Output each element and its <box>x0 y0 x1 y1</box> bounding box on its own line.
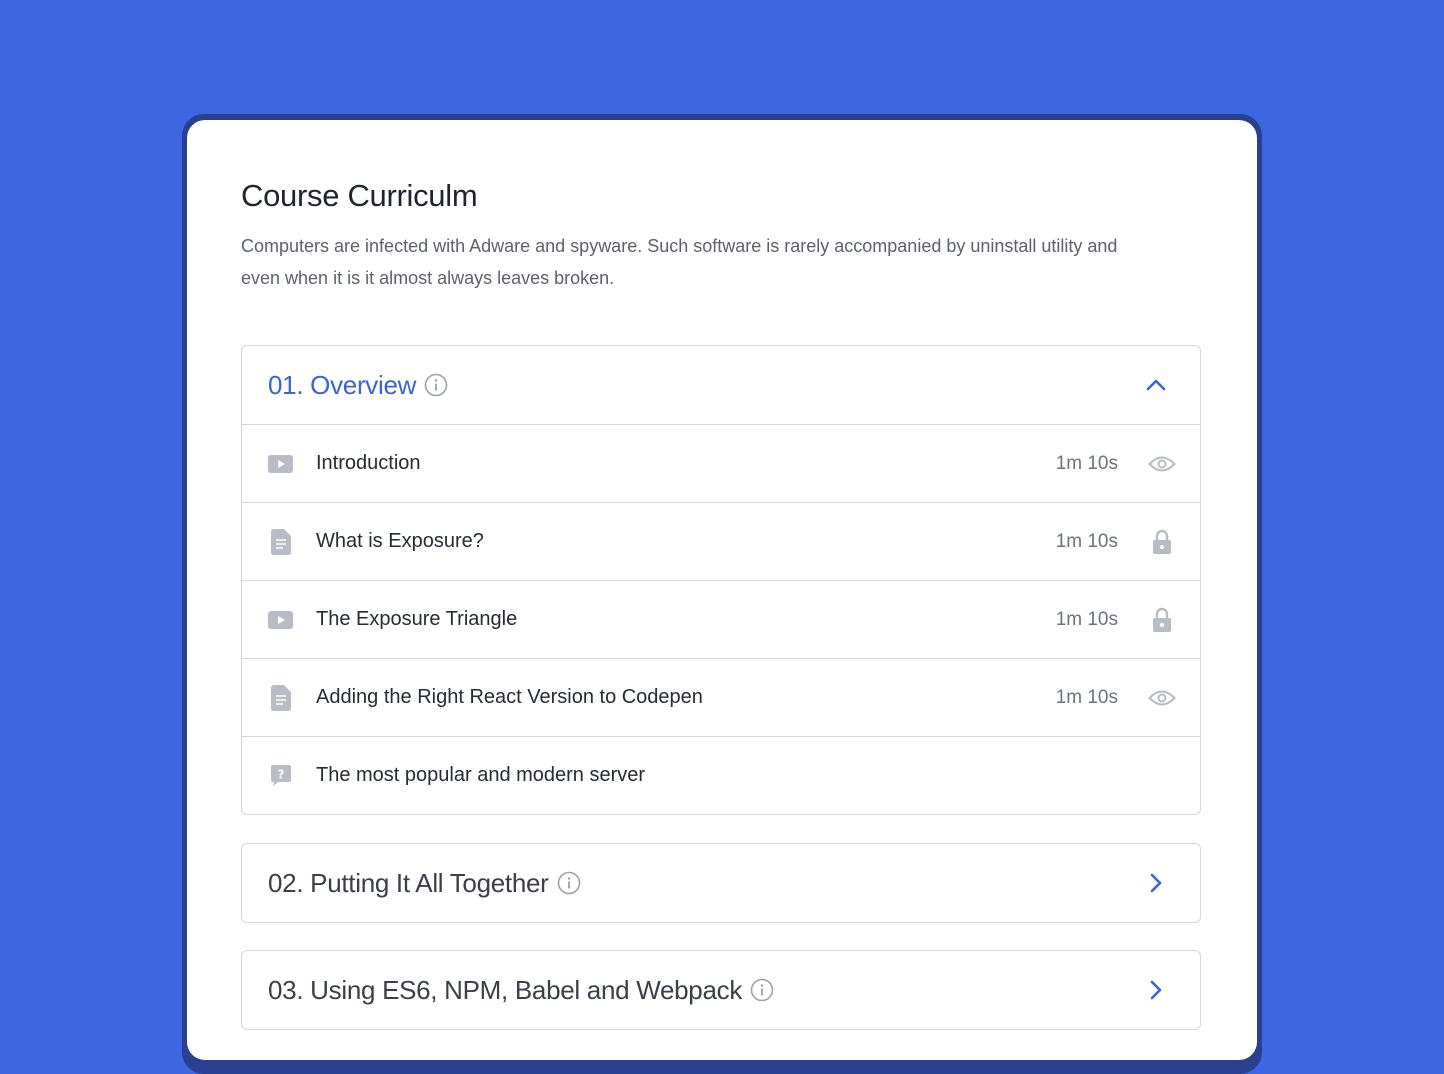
lesson-title: Adding the Right React Version to Codepe… <box>316 686 703 708</box>
lesson-row[interactable]: ? The most popular and modern server <box>242 736 1200 814</box>
lock-icon <box>1148 607 1176 633</box>
info-icon[interactable] <box>557 871 581 895</box>
section-overview: 01. Overview Introduction 1m 10s What is… <box>241 345 1201 815</box>
lesson-title: What is Exposure? <box>316 530 484 552</box>
section-header-overview[interactable]: 01. Overview <box>242 346 1200 424</box>
quiz-icon: ? <box>268 764 294 787</box>
lesson-row[interactable]: What is Exposure? 1m 10s <box>242 502 1200 580</box>
curriculum-card: Course Curriculm Computers are infected … <box>187 120 1257 1060</box>
lesson-duration: 1m 10s <box>1055 452 1118 474</box>
chevron-right-icon[interactable] <box>1144 978 1168 1002</box>
lock-icon <box>1148 529 1176 555</box>
lesson-title: The Exposure Triangle <box>316 608 518 630</box>
eye-icon[interactable] <box>1148 454 1176 474</box>
chevron-right-icon[interactable] <box>1144 871 1168 895</box>
lesson-row[interactable]: Introduction 1m 10s <box>242 424 1200 502</box>
eye-icon[interactable] <box>1148 688 1176 708</box>
lesson-title: Introduction <box>316 452 421 474</box>
svg-text:?: ? <box>278 767 285 781</box>
lesson-row[interactable]: Adding the Right React Version to Codepe… <box>242 658 1200 736</box>
section-title: 02. Putting It All Together <box>268 867 549 898</box>
lesson-duration: 1m 10s <box>1055 686 1118 708</box>
info-icon[interactable] <box>424 373 448 397</box>
lesson-duration: 1m 10s <box>1055 608 1118 630</box>
video-icon <box>268 454 294 474</box>
section-header-putting-together[interactable]: 02. Putting It All Together <box>242 844 1200 922</box>
section-putting-together: 02. Putting It All Together <box>241 843 1201 923</box>
lesson-title: The most popular and modern server <box>316 764 646 786</box>
lesson-duration: 1m 10s <box>1055 530 1118 552</box>
section-es6-npm: 03. Using ES6, NPM, Babel and Webpack <box>241 950 1201 1030</box>
info-icon[interactable] <box>750 978 774 1002</box>
lesson-row[interactable]: The Exposure Triangle 1m 10s <box>242 580 1200 658</box>
course-description: Computers are infected with Adware and s… <box>241 236 1118 288</box>
document-icon <box>268 528 294 555</box>
section-title: 01. Overview <box>268 369 417 400</box>
section-title: 03. Using ES6, NPM, Babel and Webpack <box>268 974 743 1005</box>
document-icon <box>268 684 294 711</box>
chevron-up-icon[interactable] <box>1144 373 1168 397</box>
page-title: Course Curriculm <box>241 178 478 213</box>
video-icon <box>268 610 294 630</box>
section-header-es6-npm[interactable]: 03. Using ES6, NPM, Babel and Webpack <box>242 951 1200 1029</box>
